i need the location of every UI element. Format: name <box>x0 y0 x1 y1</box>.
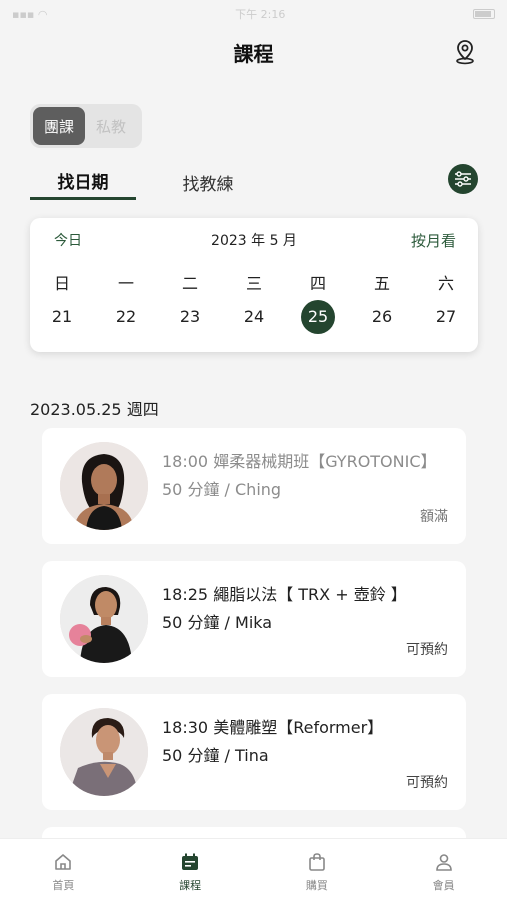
calendar-day[interactable]: 27 <box>414 300 478 334</box>
signal-wifi-icon: ▪▪▪ ◠ <box>12 7 48 21</box>
nav-label: 會員 <box>432 879 455 892</box>
calendar-day[interactable]: 22 <box>94 300 158 334</box>
weekday-label: 六 <box>437 274 454 293</box>
class-card[interactable]: 18:25 繩脂以法【 TRX + 壺鈴 】 50 分鐘 / Mika 可預約 <box>42 561 466 677</box>
header: 課程 <box>0 32 507 72</box>
class-duration-coach: 50 分鐘 / Ching <box>162 480 282 499</box>
class-title: 18:30 美體雕塑【Reformer】 <box>162 718 384 737</box>
page-title: 課程 <box>233 41 274 66</box>
class-duration-coach: 50 分鐘 / Tina <box>162 746 269 765</box>
calendar-header: 今日 2023 年 5 月 按月看 <box>30 230 478 252</box>
class-status: 額滿 <box>420 509 448 525</box>
filter-button[interactable] <box>448 164 478 194</box>
calendar-day[interactable]: 23 <box>158 300 222 334</box>
class-duration-coach: 50 分鐘 / Mika <box>162 613 273 632</box>
nav-label: 課程 <box>179 879 202 892</box>
class-card[interactable]: 18:30 美體雕塑【Reformer】 50 分鐘 / Tina 可預約 <box>42 694 466 810</box>
weekday-row: 日 一 二 三 四 五 六 <box>30 270 478 294</box>
nav-label: 購買 <box>305 879 328 892</box>
day-row: 21 22 23 24 25 26 27 <box>30 300 478 334</box>
search-tabs: 找日期 找教練 <box>30 164 478 204</box>
segment-private-class[interactable]: 私教 <box>85 107 137 145</box>
bottom-nav: 首頁 課程 購買 會員 <box>0 838 507 900</box>
week-calendar: 今日 2023 年 5 月 按月看 日 一 二 三 四 五 六 21 22 23… <box>30 218 478 352</box>
weekday-label: 日 <box>53 274 70 293</box>
shopping-bag-icon <box>306 851 328 873</box>
nav-item-home[interactable]: 首頁 <box>0 839 127 900</box>
tab-by-date[interactable]: 找日期 <box>30 164 136 200</box>
status-bar: ▪▪▪ ◠ 下午 2:16 <box>0 0 507 28</box>
weekday-label: 一 <box>117 274 134 293</box>
filter-sliders-icon <box>455 171 471 187</box>
tab-by-coach[interactable]: 找教練 <box>174 164 242 200</box>
calendar-icon <box>179 851 201 873</box>
nav-item-classes[interactable]: 課程 <box>127 839 254 900</box>
weekday-label: 二 <box>181 274 198 293</box>
selected-date-heading: 2023.05.25 週四 <box>30 400 159 419</box>
battery-icon <box>472 9 495 19</box>
class-title: 18:25 繩脂以法【 TRX + 壺鈴 】 <box>162 585 407 604</box>
class-type-segment: 團課 私教 <box>30 104 142 148</box>
segment-group-class[interactable]: 團課 <box>33 107 85 145</box>
calendar-day[interactable]: 21 <box>30 300 94 334</box>
class-status: 可預約 <box>406 775 448 791</box>
status-time: 下午 2:16 <box>235 8 286 21</box>
home-icon <box>52 851 74 873</box>
calendar-day[interactable]: 26 <box>350 300 414 334</box>
user-icon <box>433 851 455 873</box>
calendar-day-selected[interactable]: 25 <box>301 300 335 334</box>
class-title: 18:00 嬋柔器械期班【GYROTONIC】 <box>162 452 437 471</box>
weekday-label: 四 <box>309 274 326 293</box>
coach-avatar <box>60 708 148 796</box>
by-month-button[interactable]: 按月看 <box>411 230 456 251</box>
nav-label: 首頁 <box>52 879 75 892</box>
coach-avatar <box>60 442 148 530</box>
weekday-label: 五 <box>373 274 390 293</box>
class-status: 可預約 <box>406 642 448 658</box>
location-pin-icon[interactable] <box>451 38 479 66</box>
coach-avatar <box>60 575 148 663</box>
nav-item-purchase[interactable]: 購買 <box>254 839 381 900</box>
class-card[interactable]: 18:00 嬋柔器械期班【GYROTONIC】 50 分鐘 / Ching 額滿 <box>42 428 466 544</box>
calendar-day[interactable]: 24 <box>222 300 286 334</box>
nav-item-member[interactable]: 會員 <box>380 839 507 900</box>
weekday-label: 三 <box>245 274 262 293</box>
